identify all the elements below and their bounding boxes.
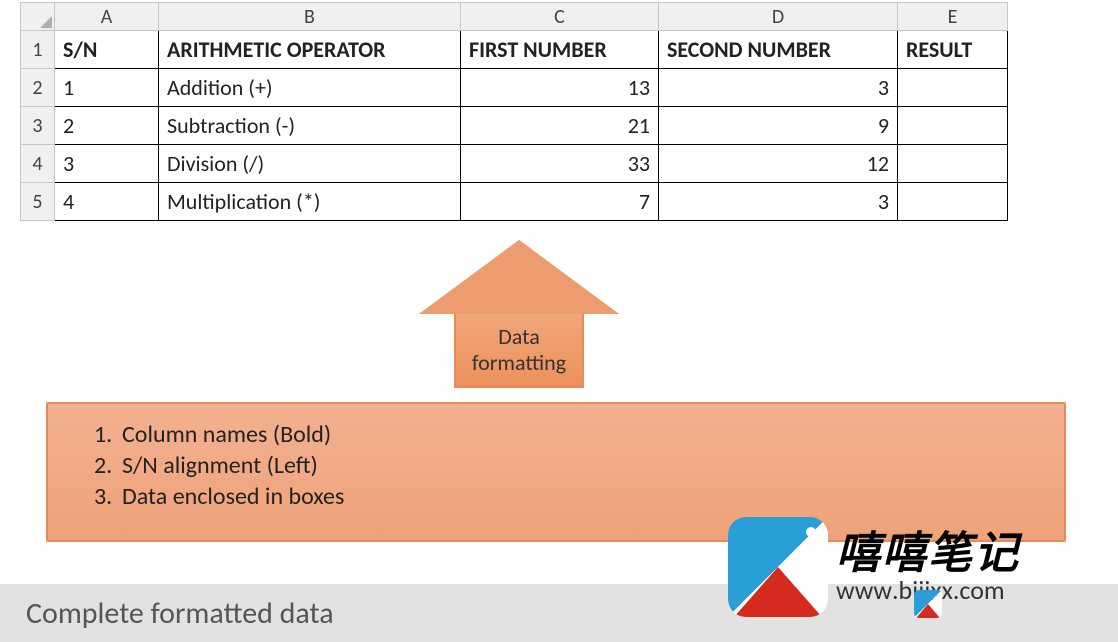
- note-text-1: Column names (Bold): [122, 420, 331, 449]
- cell-a1[interactable]: S/N: [55, 31, 159, 69]
- cell-a4[interactable]: 3: [55, 145, 159, 183]
- row-header-5[interactable]: 5: [21, 183, 55, 221]
- cell-e1[interactable]: RESULT: [898, 31, 1008, 69]
- row-header-3[interactable]: 3: [21, 107, 55, 145]
- note-text-2: S/N alignment (Left): [122, 451, 318, 480]
- watermark-cn: 嘻嘻笔记: [836, 531, 1020, 575]
- watermark-logo: 嘻嘻笔记 www.bijixx.com: [728, 502, 1108, 632]
- cell-b4[interactable]: Division (/): [159, 145, 461, 183]
- row-header-4[interactable]: 4: [21, 145, 55, 183]
- select-all-corner[interactable]: [21, 3, 55, 31]
- cell-e4[interactable]: [898, 145, 1008, 183]
- col-header-a[interactable]: A: [55, 3, 159, 31]
- house-logo-icon: [728, 517, 828, 617]
- note-item-2: 2.S/N alignment (Left): [94, 451, 1018, 480]
- col-header-c[interactable]: C: [461, 3, 659, 31]
- cell-a3[interactable]: 2: [55, 107, 159, 145]
- cell-d2[interactable]: 3: [659, 69, 898, 107]
- col-header-d[interactable]: D: [659, 3, 898, 31]
- cell-b1[interactable]: ARITHMETIC OPERATOR: [159, 31, 461, 69]
- cell-e5[interactable]: [898, 183, 1008, 221]
- cell-c3[interactable]: 21: [461, 107, 659, 145]
- cell-b5[interactable]: Multiplication (*): [159, 183, 461, 221]
- arrow-label: Data formatting: [454, 314, 584, 388]
- cell-a2[interactable]: 1: [55, 69, 159, 107]
- cell-c4[interactable]: 33: [461, 145, 659, 183]
- cell-c1[interactable]: FIRST NUMBER: [461, 31, 659, 69]
- arrow-callout: Data formatting: [404, 240, 634, 388]
- watermark-url: www.bijixx.com: [836, 577, 1020, 603]
- cell-d1[interactable]: SECOND NUMBER: [659, 31, 898, 69]
- cell-b3[interactable]: Subtraction (-): [159, 107, 461, 145]
- col-header-e[interactable]: E: [898, 3, 1008, 31]
- cell-e3[interactable]: [898, 107, 1008, 145]
- cell-b2[interactable]: Addition (+): [159, 69, 461, 107]
- cell-c5[interactable]: 7: [461, 183, 659, 221]
- cell-d3[interactable]: 9: [659, 107, 898, 145]
- note-item-1: 1.Column names (Bold): [94, 420, 1018, 449]
- col-header-b[interactable]: B: [159, 3, 461, 31]
- spreadsheet-grid[interactable]: A B C D E 1 S/N ARITHMETIC OPERATOR FIRS…: [20, 2, 1008, 221]
- cell-d5[interactable]: 3: [659, 183, 898, 221]
- cell-d4[interactable]: 12: [659, 145, 898, 183]
- house-logo-small-icon: [914, 590, 942, 618]
- arrow-up-icon: [419, 240, 619, 314]
- footer-text: Complete formatted data: [26, 595, 334, 632]
- cell-e2[interactable]: [898, 69, 1008, 107]
- cell-a5[interactable]: 4: [55, 183, 159, 221]
- note-text-3: Data enclosed in boxes: [122, 482, 344, 511]
- cell-c2[interactable]: 13: [461, 69, 659, 107]
- row-header-2[interactable]: 2: [21, 69, 55, 107]
- row-header-1[interactable]: 1: [21, 31, 55, 69]
